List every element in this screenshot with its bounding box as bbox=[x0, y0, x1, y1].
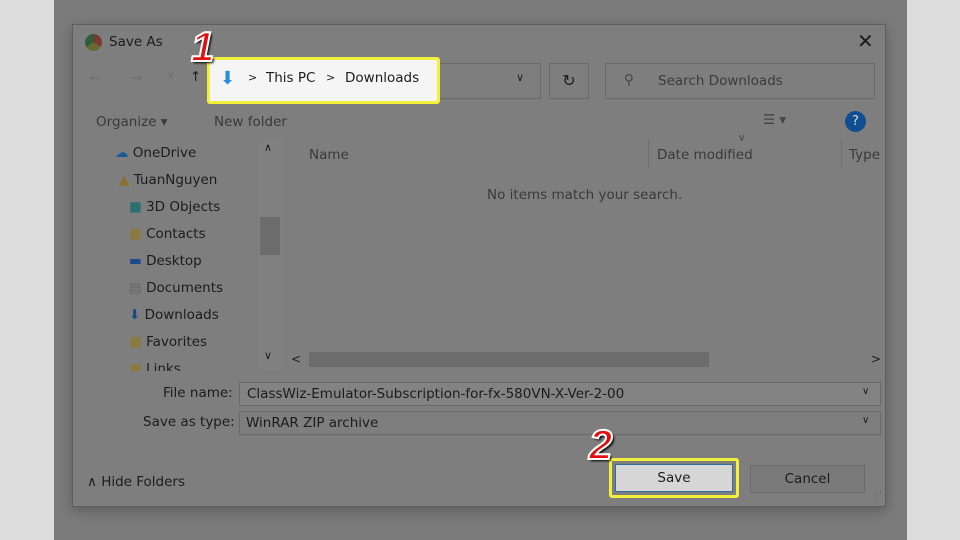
label: Desktop bbox=[146, 253, 202, 269]
file-name-value: ClassWiz-Emulator-Subscription-for-fx-58… bbox=[247, 386, 625, 402]
column-divider bbox=[648, 139, 649, 169]
cancel-button[interactable]: Cancel bbox=[750, 465, 865, 493]
column-date-modified[interactable]: Date modified bbox=[657, 147, 753, 163]
sidebar-item-3d-objects[interactable]: ■ 3D Objects bbox=[129, 199, 220, 215]
chevron-up-icon: ∧ bbox=[87, 474, 97, 490]
sidebar-item-desktop[interactable]: ▬ Desktop bbox=[129, 253, 202, 269]
save-button[interactable]: Save bbox=[615, 464, 733, 492]
save-as-type-select[interactable]: WinRAR ZIP archive ∨ bbox=[239, 411, 881, 435]
help-icon[interactable]: ? bbox=[845, 111, 866, 132]
view-options-icon[interactable]: ☰ ▾ bbox=[763, 112, 786, 128]
address-dropdown-icon[interactable]: ∨ bbox=[516, 71, 524, 84]
step-1-label: 1 bbox=[190, 22, 215, 71]
close-icon[interactable]: ✕ bbox=[857, 29, 874, 53]
label: Hide Folders bbox=[101, 474, 186, 490]
scroll-left-icon[interactable]: < bbox=[291, 352, 301, 366]
column-header: Name ∨ Date modified Type bbox=[285, 133, 887, 169]
scroll-thumb[interactable] bbox=[260, 217, 280, 255]
breadcrumb-separator: > bbox=[248, 71, 258, 84]
step-2-label: 2 bbox=[588, 420, 613, 469]
dialog-title: Save As bbox=[109, 34, 163, 50]
file-name-label: File name: bbox=[163, 385, 233, 401]
label: TuanNguyen bbox=[133, 172, 218, 188]
label: Contacts bbox=[146, 226, 206, 242]
scroll-thumb-horizontal[interactable] bbox=[309, 352, 709, 367]
column-type[interactable]: Type bbox=[849, 147, 880, 163]
label: OneDrive bbox=[132, 145, 197, 161]
documents-icon: ▤ bbox=[129, 280, 142, 296]
breadcrumb-downloads[interactable]: Downloads bbox=[345, 70, 419, 86]
up-icon[interactable]: ↑ bbox=[190, 69, 201, 85]
chevron-down-icon[interactable]: ∨ bbox=[862, 386, 869, 397]
recent-chevron-icon[interactable]: ∨ bbox=[167, 70, 174, 81]
save-as-type-value: WinRAR ZIP archive bbox=[246, 415, 379, 431]
sort-chevron-icon: ∨ bbox=[738, 133, 746, 144]
breadcrumb-this-pc[interactable]: This PC bbox=[266, 70, 315, 86]
save-as-dialog: Save As ✕ ← → ∨ ↑ ∨ ↻ ⚲ Search Downloads… bbox=[72, 22, 887, 507]
file-name-input[interactable]: ClassWiz-Emulator-Subscription-for-fx-58… bbox=[239, 382, 881, 406]
sidebar-item-downloads[interactable]: ⬇ Downloads bbox=[129, 307, 219, 323]
search-icon: ⚲ bbox=[624, 72, 634, 88]
sidebar-item-contacts[interactable]: ■ Contacts bbox=[129, 226, 206, 242]
sidebar-item-favorites[interactable]: ■ Favorites bbox=[129, 334, 207, 350]
hide-folders-button[interactable]: ∧ Hide Folders bbox=[87, 474, 185, 490]
save-as-type-label: Save as type: bbox=[143, 414, 235, 430]
back-icon[interactable]: ← bbox=[89, 70, 100, 86]
chevron-down-icon[interactable]: ∨ bbox=[862, 415, 869, 426]
links-icon: ■ bbox=[129, 361, 142, 371]
breadcrumb-separator: > bbox=[326, 71, 336, 84]
desktop-icon: ▬ bbox=[129, 253, 142, 269]
new-folder-button[interactable]: New folder bbox=[214, 114, 287, 130]
scroll-up-icon[interactable]: ∧ bbox=[264, 141, 272, 154]
label: Downloads bbox=[144, 307, 219, 323]
downloads-arrow-icon: ⬇ bbox=[220, 68, 236, 89]
sidebar-item-documents[interactable]: ▤ Documents bbox=[129, 280, 223, 296]
empty-message: No items match your search. bbox=[487, 187, 683, 203]
column-divider bbox=[841, 139, 842, 169]
navigation-pane: ☁ OneDrive ▲ TuanNguyen ■ 3D Objects ■ C… bbox=[73, 139, 281, 371]
column-name[interactable]: Name bbox=[309, 147, 349, 163]
breadcrumb-highlight: ⬇ > This PC > Downloads bbox=[207, 57, 440, 104]
cloud-icon: ☁ bbox=[115, 145, 129, 161]
sidebar-item-onedrive[interactable]: ☁ OneDrive bbox=[115, 145, 196, 161]
scroll-right-icon[interactable]: > bbox=[871, 352, 881, 366]
scroll-down-icon[interactable]: ∨ bbox=[264, 349, 272, 362]
search-input[interactable]: ⚲ Search Downloads bbox=[605, 63, 875, 99]
label: Documents bbox=[146, 280, 224, 296]
label: Favorites bbox=[146, 334, 208, 350]
sidebar-scrollbar[interactable]: ∧ ∨ bbox=[259, 139, 281, 371]
sidebar-item-links[interactable]: ■ Links bbox=[129, 361, 181, 371]
resize-grip-icon[interactable]: ⋰ bbox=[873, 491, 882, 501]
chrome-icon bbox=[85, 34, 102, 51]
horizontal-scrollbar[interactable]: < > bbox=[285, 350, 887, 370]
favorites-icon: ■ bbox=[129, 334, 142, 350]
organize-label: Organize bbox=[96, 114, 157, 130]
contacts-icon: ■ bbox=[129, 226, 142, 242]
cube-icon: ■ bbox=[129, 199, 142, 215]
user-icon: ▲ bbox=[119, 172, 130, 188]
search-placeholder: Search Downloads bbox=[658, 73, 783, 89]
sidebar-item-user[interactable]: ▲ TuanNguyen bbox=[119, 172, 217, 188]
label: Links bbox=[146, 361, 181, 371]
forward-icon[interactable]: → bbox=[131, 70, 142, 86]
organize-menu[interactable]: Organize ▾ bbox=[96, 114, 168, 130]
label: 3D Objects bbox=[146, 199, 221, 215]
refresh-button[interactable]: ↻ bbox=[549, 63, 589, 99]
download-icon: ⬇ bbox=[129, 307, 141, 323]
